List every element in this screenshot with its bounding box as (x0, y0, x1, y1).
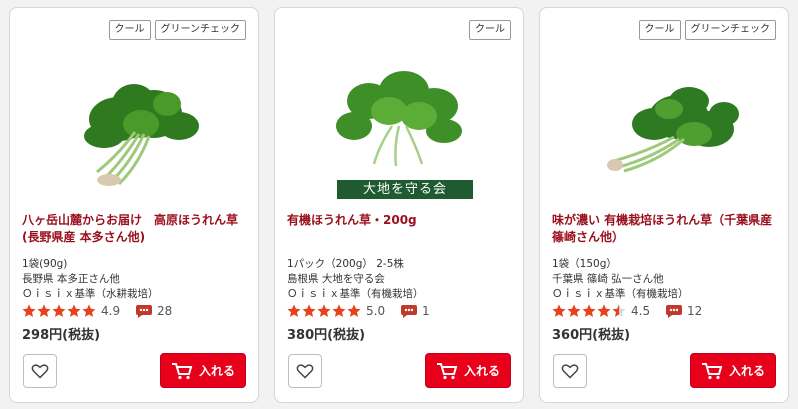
star-icon (37, 304, 51, 317)
favorite-button[interactable] (288, 354, 322, 388)
star-icon (332, 304, 346, 317)
comment-link[interactable]: 28 (135, 304, 172, 319)
product-standard: Ｏｉｓｉｘ基準（有機栽培） (287, 288, 424, 300)
product-price: 360円(税抜) (552, 328, 631, 343)
product-title[interactable]: 味が濃い 有機栽培ほうれん草（千葉県産 篠崎さん他） (552, 212, 778, 246)
comment-count: 12 (687, 304, 703, 318)
add-to-cart-button[interactable]: 入れる (690, 353, 776, 388)
tag-cool: クール (638, 20, 681, 40)
product-producer: 千葉県 篠崎 弘一さん他 (552, 273, 664, 285)
add-to-cart-label: 入れる (728, 364, 765, 378)
product-price: 298円(税抜) (22, 328, 101, 343)
star-icon (82, 304, 96, 317)
tag-cool: クール (469, 20, 511, 40)
product-image[interactable] (275, 66, 523, 176)
product-quantity: 1袋(90g) (22, 258, 68, 270)
star-icon (347, 304, 361, 317)
cart-icon (436, 362, 458, 379)
add-to-cart-label: 入れる (198, 364, 235, 378)
tag-cool: クール (108, 20, 151, 40)
heart-icon (31, 364, 49, 379)
tag-green-check: グリーンチェック (154, 20, 246, 40)
star-rating (287, 304, 361, 318)
comment-link[interactable]: 1 (400, 304, 430, 319)
product-producer: 長野県 本多正さん他 (22, 273, 120, 285)
product-title[interactable]: 有機ほうれん草・200g (287, 212, 513, 229)
product-grid: クール グリーンチェック 八ヶ岳山麓からお届け 高原ほうれん草(長野県産 本多さ… (0, 0, 798, 409)
product-image[interactable] (540, 66, 788, 202)
rating-score: 5.0 (366, 304, 386, 318)
product-card[interactable]: クール 大地を守る会 有機ほうれん草・200g 1パック（200g） 2-5株 … (274, 7, 524, 403)
product-standard: Ｏｉｓｉｘ基準（水耕栽培） (22, 288, 159, 300)
comment-link[interactable]: 12 (665, 304, 702, 319)
star-rating (552, 304, 626, 318)
comment-count: 1 (422, 304, 430, 318)
product-standard: Ｏｉｓｉｘ基準（有機栽培） (552, 288, 689, 300)
product-card[interactable]: クール グリーンチェック (539, 7, 789, 403)
cart-icon (701, 362, 723, 379)
star-rating (22, 304, 96, 318)
favorite-button[interactable] (23, 354, 57, 388)
add-to-cart-button[interactable]: 入れる (425, 353, 511, 388)
comment-icon (666, 304, 682, 318)
tag-list: クール グリーンチェック (108, 20, 246, 40)
product-producer: 島根県 大地を守る会 (287, 273, 385, 285)
tag-list: クール (469, 20, 511, 40)
star-icon (22, 304, 36, 317)
heart-icon (296, 364, 314, 379)
product-quantity: 1パック（200g） 2-5株 (287, 258, 404, 270)
star-icon (597, 304, 611, 317)
product-price: 380円(税抜) (287, 328, 366, 343)
star-icon (287, 304, 301, 317)
rating[interactable]: 5.0 1 (287, 302, 430, 320)
star-icon (612, 304, 626, 317)
product-image[interactable] (10, 66, 258, 202)
rating-score: 4.9 (101, 304, 121, 318)
comment-icon (401, 304, 417, 318)
star-icon (52, 304, 66, 317)
brand-banner: 大地を守る会 (337, 180, 473, 199)
star-icon (552, 304, 566, 317)
rating[interactable]: 4.5 12 (552, 302, 702, 320)
rating[interactable]: 4.9 28 (22, 302, 172, 320)
heart-icon (561, 364, 579, 379)
cart-icon (171, 362, 193, 379)
comment-icon (136, 304, 152, 318)
star-icon (582, 304, 596, 317)
star-icon (67, 304, 81, 317)
add-to-cart-button[interactable]: 入れる (160, 353, 246, 388)
star-icon (317, 304, 331, 317)
rating-score: 4.5 (631, 304, 651, 318)
add-to-cart-label: 入れる (463, 364, 500, 378)
comment-count: 28 (157, 304, 173, 318)
favorite-button[interactable] (553, 354, 587, 388)
tag-list: クール グリーンチェック (638, 20, 776, 40)
tag-green-check: グリーンチェック (684, 20, 776, 40)
star-icon (567, 304, 581, 317)
product-quantity: 1袋（150g） (552, 258, 617, 270)
star-icon (302, 304, 316, 317)
product-card[interactable]: クール グリーンチェック (9, 7, 259, 403)
product-title[interactable]: 八ヶ岳山麓からお届け 高原ほうれん草(長野県産 本多さん他) (22, 212, 248, 246)
